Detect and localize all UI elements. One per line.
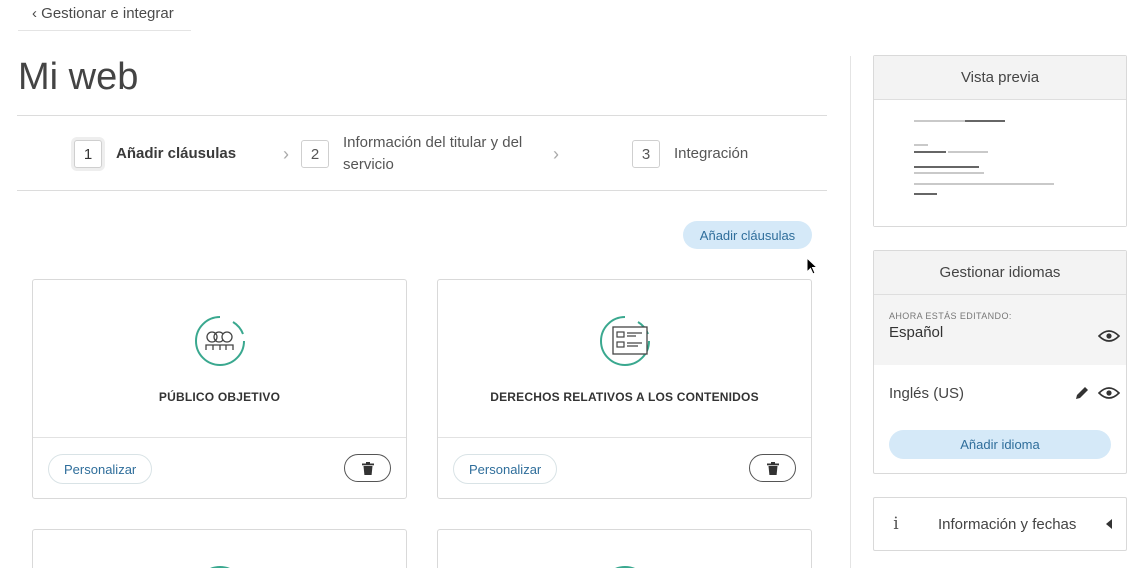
card-icon-partial: [615, 565, 635, 568]
current-language: Español: [889, 324, 944, 341]
card-title: PÚBLICO OBJETIVO: [158, 390, 281, 404]
pencil-icon[interactable]: [1074, 385, 1090, 401]
step-label: Integración: [674, 145, 749, 162]
info-label: Información y fechas: [938, 515, 1077, 533]
clause-card: [32, 529, 407, 568]
editing-caption: AHORA ESTÁS EDITANDO:: [889, 311, 1012, 321]
trash-icon: [361, 461, 374, 475]
card-title: DERECHOS RELATIVOS A LOS CONTENIDOS: [490, 390, 759, 404]
step-label: Añadir cláusulas: [116, 145, 237, 162]
mouse-cursor-icon: [806, 257, 818, 275]
chevron-right-icon: ›: [553, 143, 559, 164]
clause-card: [437, 529, 812, 568]
clause-card: DERECHOS RELATIVOS A LOS CONTENIDOS Pers…: [437, 279, 812, 499]
add-language-button[interactable]: Añadir idioma: [889, 430, 1111, 459]
breadcrumb-back-link[interactable]: ‹ Gestionar e integrar: [18, 0, 191, 31]
delete-button[interactable]: [749, 454, 796, 482]
step-number: 2: [301, 140, 329, 168]
audience-icon: [194, 316, 245, 366]
preview-panel: Vista previa: [873, 55, 1127, 227]
step-label: Información del titular y del servicio: [343, 134, 523, 173]
language-label: Inglés (US): [889, 384, 965, 402]
clause-card: PÚBLICO OBJETIVO Personalizar: [32, 279, 407, 499]
languages-title: Gestionar idiomas: [874, 251, 1126, 295]
customize-button[interactable]: Personalizar: [453, 454, 558, 484]
preview-thumbnail[interactable]: [874, 100, 1126, 226]
current-language-block: AHORA ESTÁS EDITANDO: Español: [874, 295, 1126, 365]
eye-icon[interactable]: [1098, 329, 1120, 343]
step-integration[interactable]: 3 Integración: [632, 116, 748, 192]
customize-button[interactable]: Personalizar: [48, 454, 153, 484]
trash-icon: [766, 461, 779, 475]
info-icon: i: [893, 514, 899, 534]
chevron-right-icon: ›: [283, 143, 289, 164]
info-dates-toggle[interactable]: i Información y fechas: [873, 497, 1127, 551]
step-add-clauses[interactable]: 1 Añadir cláusulas: [74, 116, 236, 192]
step-number: 3: [632, 140, 660, 168]
preview-title: Vista previa: [874, 56, 1126, 100]
content-rights-icon: [599, 316, 650, 366]
sidebar-divider: [850, 56, 851, 568]
eye-icon[interactable]: [1098, 386, 1120, 400]
page-title: Mi web: [18, 56, 139, 98]
card-icon-partial: [210, 565, 230, 568]
delete-button[interactable]: [344, 454, 391, 482]
step-owner-info[interactable]: 2 Información del titular y del servicio: [301, 116, 558, 192]
languages-panel: Gestionar idiomas AHORA ESTÁS EDITANDO: …: [873, 250, 1127, 474]
add-clauses-button[interactable]: Añadir cláusulas: [683, 221, 812, 249]
caret-left-icon: [1106, 519, 1112, 529]
language-row: Inglés (US): [874, 365, 1126, 421]
stepper: 1 Añadir cláusulas › 2 Información del t…: [17, 115, 827, 191]
step-number: 1: [74, 140, 102, 168]
